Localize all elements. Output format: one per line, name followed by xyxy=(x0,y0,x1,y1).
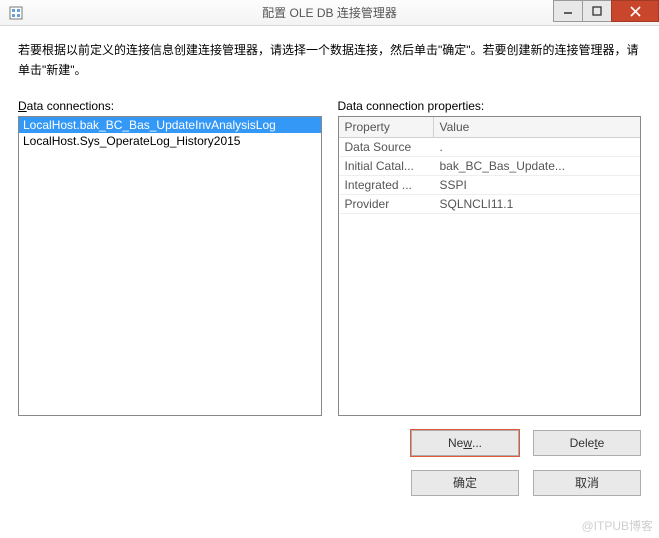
list-item[interactable]: LocalHost.bak_BC_Bas_UpdateInvAnalysisLo… xyxy=(19,117,321,133)
property-row[interactable]: Initial Catal... bak_BC_Bas_Update... xyxy=(339,157,641,176)
properties-header: Property Value xyxy=(339,117,641,138)
instructions-text: 若要根据以前定义的连接信息创建连接管理器，请选择一个数据连接，然后单击"确定"。… xyxy=(18,40,641,81)
properties-grid[interactable]: Property Value Data Source . Initial Cat… xyxy=(338,116,642,416)
properties-header-value: Value xyxy=(434,117,641,137)
data-connections-label: Data connections: xyxy=(18,99,322,113)
property-row[interactable]: Integrated ... SSPI xyxy=(339,176,641,195)
close-button[interactable] xyxy=(611,0,659,22)
property-row[interactable]: Data Source . xyxy=(339,138,641,157)
new-button[interactable]: New... xyxy=(411,430,519,456)
delete-button[interactable]: Delete xyxy=(533,430,641,456)
list-item[interactable]: LocalHost.Sys_OperateLog_History2015 xyxy=(19,133,321,149)
minimize-button[interactable] xyxy=(553,0,583,22)
window-title: 配置 OLE DB 连接管理器 xyxy=(262,4,397,21)
ok-button[interactable]: 确定 xyxy=(411,470,519,496)
data-connection-properties-label: Data connection properties: xyxy=(338,99,642,113)
properties-header-property: Property xyxy=(339,117,434,137)
property-row[interactable]: Provider SQLNCLI11.1 xyxy=(339,195,641,214)
data-connections-list[interactable]: LocalHost.bak_BC_Bas_UpdateInvAnalysisLo… xyxy=(18,116,322,416)
app-icon xyxy=(8,5,24,21)
cancel-button[interactable]: 取消 xyxy=(533,470,641,496)
title-bar: 配置 OLE DB 连接管理器 xyxy=(0,0,659,26)
maximize-button[interactable] xyxy=(582,0,612,22)
watermark: @ITPUB博客 xyxy=(581,517,653,534)
